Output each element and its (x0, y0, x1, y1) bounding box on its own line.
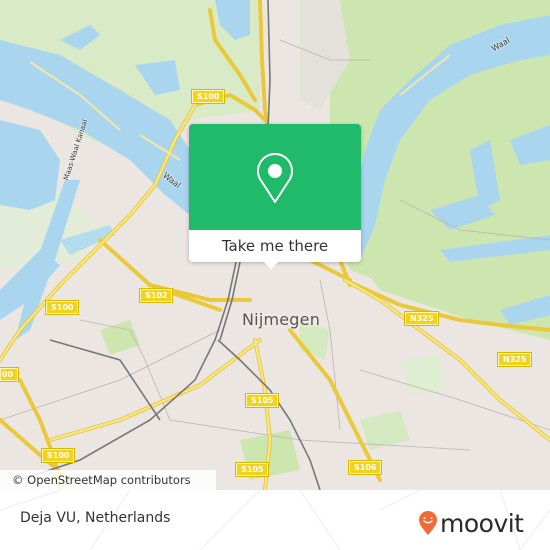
popup-tail (263, 261, 279, 269)
road-shield-s100: 00 (0, 367, 20, 382)
moovit-smiley-pin-icon (419, 511, 437, 535)
popup-header (189, 124, 361, 230)
city-label-nijmegen: Nijmegen (242, 310, 321, 329)
road-shield-n325: N325 (403, 311, 440, 326)
place-name: Deja VU, Netherlands (20, 510, 171, 526)
road-shield-n325: N325 (496, 352, 533, 367)
road-shield-s106: S106 (347, 460, 383, 475)
road-shield-s100: S100 (40, 448, 76, 463)
moovit-logo[interactable]: moovit (418, 505, 524, 541)
road-shield-s100: S100 (190, 89, 226, 104)
road-shield-s105: S105 (244, 393, 280, 408)
map-attribution[interactable]: © OpenStreetMap contributors (0, 470, 216, 490)
road-shield-s102: S102 (138, 288, 174, 303)
road-shield-s100: S100 (44, 300, 80, 315)
take-me-there-button[interactable]: Take me there (189, 230, 361, 262)
map[interactable]: S100 S100 00 S100 S102 S105 S105 S106 N3… (0, 0, 550, 490)
moovit-logo-text: moovit (440, 508, 524, 538)
location-popup: Take me there (189, 124, 361, 262)
location-pin-icon (257, 153, 293, 203)
road-shield-s105: S105 (234, 462, 270, 477)
